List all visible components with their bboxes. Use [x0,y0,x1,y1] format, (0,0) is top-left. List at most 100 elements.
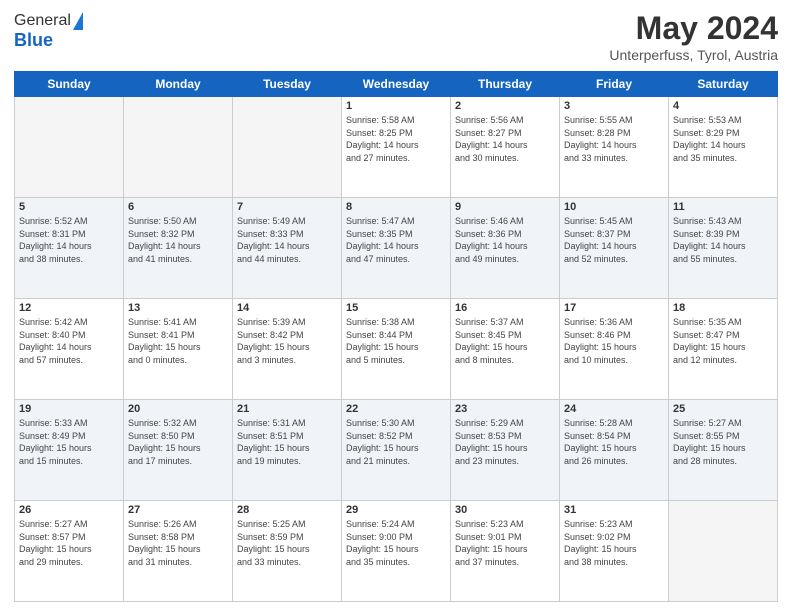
calendar-cell: 19 Sunrise: 5:33 AM Sunset: 8:49 PM Dayli… [15,400,124,501]
logo-general-text: General [14,12,71,30]
day-number: 11 [673,201,773,213]
day-number: 24 [564,403,664,415]
calendar-cell: 27 Sunrise: 5:26 AM Sunset: 8:58 PM Dayli… [124,501,233,602]
day-number: 13 [128,302,228,314]
calendar-cell: 28Sunrise: 5:25 AM Sunset: 8:59 PM Dayli… [233,501,342,602]
calendar-cell: 26 Sunrise: 5:27 AM Sunset: 8:57 PM Dayli… [15,501,124,602]
calendar-header-sunday: Sunday [15,72,124,97]
calendar-cell [669,501,778,602]
calendar-cell [124,97,233,198]
calendar-header-friday: Friday [560,72,669,97]
day-number: 25 [673,403,773,415]
calendar-cell: 22Sunrise: 5:30 AM Sunset: 8:52 PM Dayli… [342,400,451,501]
day-info: Sunrise: 5:27 AM Sunset: 8:57 PM Dayligh… [19,518,119,568]
day-info: Sunrise: 5:46 AM Sunset: 8:36 PM Dayligh… [455,215,555,265]
day-info: Sunrise: 5:39 AM Sunset: 8:42 PM Dayligh… [237,316,337,366]
main-title: May 2024 [609,10,778,47]
day-number: 10 [564,201,664,213]
day-info: Sunrise: 5:26 AM Sunset: 8:58 PM Dayligh… [128,518,228,568]
header: General Blue May 2024 Unterperfuss, Tyro… [14,10,778,63]
day-number: 21 [237,403,337,415]
calendar-cell: 15 Sunrise: 5:38 AM Sunset: 8:44 PM Dayli… [342,299,451,400]
calendar-cell [233,97,342,198]
day-number: 5 [19,201,119,213]
day-info: Sunrise: 5:50 AM Sunset: 8:32 PM Dayligh… [128,215,228,265]
day-info: Sunrise: 5:56 AM Sunset: 8:27 PM Dayligh… [455,114,555,164]
day-number: 19 [19,403,119,415]
day-info: Sunrise: 5:25 AM Sunset: 8:59 PM Dayligh… [237,518,337,568]
calendar-header-row: SundayMondayTuesdayWednesdayThursdayFrid… [15,72,778,97]
calendar-cell: 6Sunrise: 5:50 AM Sunset: 8:32 PM Daylig… [124,198,233,299]
logo: General Blue [14,10,83,51]
day-info: Sunrise: 5:24 AM Sunset: 9:00 PM Dayligh… [346,518,446,568]
day-number: 16 [455,302,555,314]
day-info: Sunrise: 5:55 AM Sunset: 8:28 PM Dayligh… [564,114,664,164]
day-info: Sunrise: 5:47 AM Sunset: 8:35 PM Dayligh… [346,215,446,265]
day-info: Sunrise: 5:49 AM Sunset: 8:33 PM Dayligh… [237,215,337,265]
day-number: 23 [455,403,555,415]
day-number: 2 [455,100,555,112]
calendar-cell: 30 Sunrise: 5:23 AM Sunset: 9:01 PM Dayli… [451,501,560,602]
calendar-cell: 31Sunrise: 5:23 AM Sunset: 9:02 PM Dayli… [560,501,669,602]
calendar-cell: 7 Sunrise: 5:49 AM Sunset: 8:33 PM Daylig… [233,198,342,299]
calendar-cell: 29 Sunrise: 5:24 AM Sunset: 9:00 PM Dayli… [342,501,451,602]
calendar-cell: 17 Sunrise: 5:36 AM Sunset: 8:46 PM Dayli… [560,299,669,400]
calendar-cell: 21Sunrise: 5:31 AM Sunset: 8:51 PM Dayli… [233,400,342,501]
day-info: Sunrise: 5:45 AM Sunset: 8:37 PM Dayligh… [564,215,664,265]
day-info: Sunrise: 5:53 AM Sunset: 8:29 PM Dayligh… [673,114,773,164]
day-number: 9 [455,201,555,213]
day-number: 15 [346,302,446,314]
day-info: Sunrise: 5:33 AM Sunset: 8:49 PM Dayligh… [19,417,119,467]
calendar-cell: 5 Sunrise: 5:52 AM Sunset: 8:31 PM Daylig… [15,198,124,299]
calendar-week-1: 1Sunrise: 5:58 AM Sunset: 8:25 PM Daylig… [15,97,778,198]
day-number: 27 [128,504,228,516]
calendar-cell: 3 Sunrise: 5:55 AM Sunset: 8:28 PM Daylig… [560,97,669,198]
day-number: 17 [564,302,664,314]
page: General Blue May 2024 Unterperfuss, Tyro… [0,0,792,612]
day-number: 1 [346,100,446,112]
calendar-header-thursday: Thursday [451,72,560,97]
calendar-cell: 2 Sunrise: 5:56 AM Sunset: 8:27 PM Daylig… [451,97,560,198]
logo-blue-text: Blue [14,30,53,51]
day-info: Sunrise: 5:36 AM Sunset: 8:46 PM Dayligh… [564,316,664,366]
day-number: 7 [237,201,337,213]
calendar-week-2: 5 Sunrise: 5:52 AM Sunset: 8:31 PM Daylig… [15,198,778,299]
day-info: Sunrise: 5:38 AM Sunset: 8:44 PM Dayligh… [346,316,446,366]
calendar-table: SundayMondayTuesdayWednesdayThursdayFrid… [14,71,778,602]
calendar-cell: 1Sunrise: 5:58 AM Sunset: 8:25 PM Daylig… [342,97,451,198]
day-number: 30 [455,504,555,516]
day-info: Sunrise: 5:23 AM Sunset: 9:01 PM Dayligh… [455,518,555,568]
day-info: Sunrise: 5:52 AM Sunset: 8:31 PM Dayligh… [19,215,119,265]
day-number: 29 [346,504,446,516]
calendar-header-saturday: Saturday [669,72,778,97]
day-info: Sunrise: 5:43 AM Sunset: 8:39 PM Dayligh… [673,215,773,265]
calendar-header-wednesday: Wednesday [342,72,451,97]
day-number: 26 [19,504,119,516]
day-number: 3 [564,100,664,112]
calendar-cell: 10 Sunrise: 5:45 AM Sunset: 8:37 PM Dayli… [560,198,669,299]
calendar-cell: 25Sunrise: 5:27 AM Sunset: 8:55 PM Dayli… [669,400,778,501]
calendar-week-3: 12Sunrise: 5:42 AM Sunset: 8:40 PM Dayli… [15,299,778,400]
calendar-cell: 4Sunrise: 5:53 AM Sunset: 8:29 PM Daylig… [669,97,778,198]
calendar-cell: 16 Sunrise: 5:37 AM Sunset: 8:45 PM Dayli… [451,299,560,400]
logo-icon [73,12,83,30]
title-section: May 2024 Unterperfuss, Tyrol, Austria [609,10,778,63]
day-number: 20 [128,403,228,415]
day-info: Sunrise: 5:42 AM Sunset: 8:40 PM Dayligh… [19,316,119,366]
calendar-cell: 14Sunrise: 5:39 AM Sunset: 8:42 PM Dayli… [233,299,342,400]
day-info: Sunrise: 5:37 AM Sunset: 8:45 PM Dayligh… [455,316,555,366]
calendar-cell: 11 Sunrise: 5:43 AM Sunset: 8:39 PM Dayli… [669,198,778,299]
calendar-header-tuesday: Tuesday [233,72,342,97]
day-number: 31 [564,504,664,516]
subtitle: Unterperfuss, Tyrol, Austria [609,47,778,63]
day-info: Sunrise: 5:41 AM Sunset: 8:41 PM Dayligh… [128,316,228,366]
calendar-cell: 18Sunrise: 5:35 AM Sunset: 8:47 PM Dayli… [669,299,778,400]
day-info: Sunrise: 5:32 AM Sunset: 8:50 PM Dayligh… [128,417,228,467]
day-number: 18 [673,302,773,314]
calendar-cell: 12Sunrise: 5:42 AM Sunset: 8:40 PM Dayli… [15,299,124,400]
day-info: Sunrise: 5:29 AM Sunset: 8:53 PM Dayligh… [455,417,555,467]
day-info: Sunrise: 5:28 AM Sunset: 8:54 PM Dayligh… [564,417,664,467]
calendar-cell: 20 Sunrise: 5:32 AM Sunset: 8:50 PM Dayli… [124,400,233,501]
calendar-week-4: 19 Sunrise: 5:33 AM Sunset: 8:49 PM Dayli… [15,400,778,501]
day-number: 8 [346,201,446,213]
